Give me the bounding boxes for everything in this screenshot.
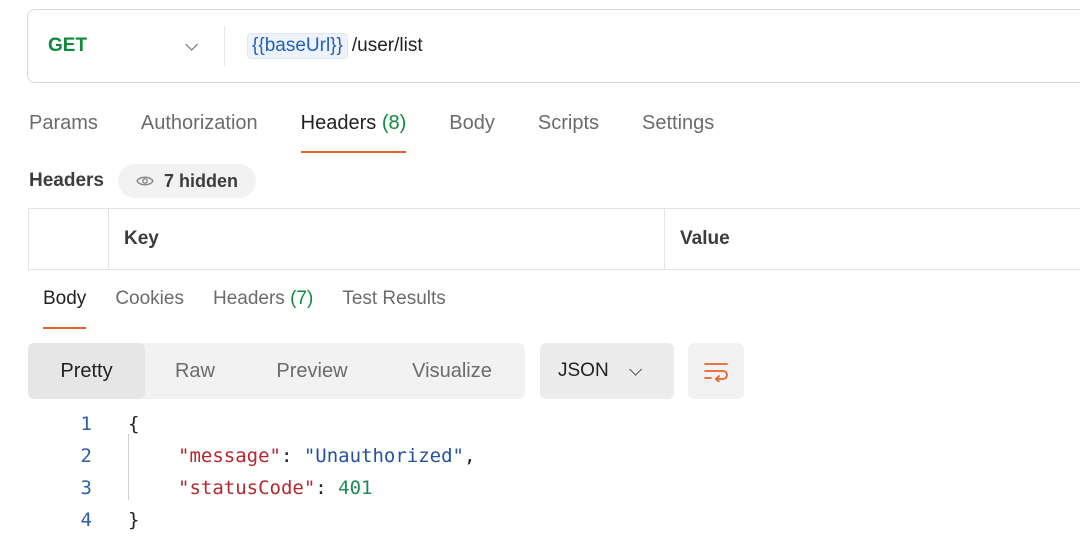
- code-line: 4 }: [0, 504, 1080, 536]
- code-line: 3 "statusCode": 401: [0, 472, 1080, 504]
- tab-label: Body: [43, 288, 87, 309]
- headers-title: Headers: [29, 170, 104, 191]
- tab-body[interactable]: Body: [449, 100, 495, 154]
- indent-guide: [128, 434, 129, 500]
- method-label: GET: [48, 35, 88, 56]
- tab-headers[interactable]: Headers (8): [300, 100, 407, 154]
- response-body-viewer: 1 { 2 "message": "Unauthorized", 3 "stat…: [0, 408, 1080, 536]
- json-key: "statusCode": [178, 477, 316, 499]
- code-line: 2 "message": "Unauthorized",: [0, 440, 1080, 472]
- key-column-header: Key: [109, 209, 665, 269]
- eye-icon: [136, 176, 154, 186]
- tab-params[interactable]: Params: [29, 100, 98, 154]
- url-bar: GET {{baseUrl}} /user/list: [27, 9, 1080, 83]
- json-value: 401: [338, 477, 373, 499]
- view-preview-button[interactable]: Preview: [245, 343, 379, 399]
- select-column: [29, 209, 109, 269]
- request-workspace: GET {{baseUrl}} /user/list Params Author…: [0, 0, 1080, 560]
- divider: [224, 26, 225, 66]
- tab-label: Authorization: [140, 112, 258, 134]
- wrap-lines-icon: [704, 363, 728, 382]
- line-number: 4: [80, 509, 92, 531]
- view-visualize-button[interactable]: Visualize: [379, 343, 525, 399]
- json-trail: ,: [464, 445, 476, 467]
- format-select[interactable]: JSON: [540, 343, 674, 399]
- method-select[interactable]: GET: [28, 10, 224, 82]
- view-mode-switch: Pretty Raw Preview Visualize: [28, 343, 525, 399]
- tab-label: Headers: [212, 288, 285, 309]
- tab-label: Params: [29, 112, 98, 134]
- view-raw-button[interactable]: Raw: [145, 343, 245, 399]
- tab-label: Scripts: [537, 112, 599, 134]
- url-input[interactable]: {{baseUrl}} /user/list: [247, 33, 423, 59]
- tab-test-results[interactable]: Test Results: [342, 285, 445, 329]
- headers-toolbar: Headers 7 hidden: [29, 163, 257, 199]
- hidden-headers-toggle[interactable]: 7 hidden: [118, 164, 257, 198]
- tab-authorization[interactable]: Authorization: [141, 100, 258, 154]
- tab-scripts[interactable]: Scripts: [538, 100, 599, 154]
- chevron-down-icon: [628, 362, 642, 376]
- tab-response-headers[interactable]: Headers (7): [213, 285, 313, 329]
- wrap-lines-button[interactable]: [688, 343, 744, 399]
- tab-count: (7): [290, 288, 314, 309]
- headers-table: Key Value: [28, 208, 1080, 270]
- value-column-header: Value: [680, 228, 730, 249]
- json-key: "message": [178, 445, 281, 467]
- line-number: 1: [80, 413, 92, 435]
- url-variable[interactable]: {{baseUrl}}: [247, 33, 348, 59]
- tab-response-cookies[interactable]: Cookies: [115, 285, 184, 329]
- tab-label: Body: [449, 112, 495, 134]
- tab-settings[interactable]: Settings: [642, 100, 714, 154]
- response-tabs: Body Cookies Headers (7) Test Results: [43, 285, 475, 331]
- tab-label: Settings: [642, 112, 715, 134]
- format-label: JSON: [558, 360, 609, 381]
- chevron-down-icon: [185, 37, 198, 51]
- url-path: /user/list: [351, 35, 423, 56]
- tab-label: Headers: [300, 112, 377, 134]
- code-text: {: [128, 413, 140, 435]
- code-text: "message": "Unauthorized",: [178, 445, 476, 467]
- code-line: 1 {: [0, 408, 1080, 440]
- tab-label: Test Results: [342, 288, 446, 309]
- tab-label: Cookies: [115, 288, 184, 309]
- view-pretty-button[interactable]: Pretty: [28, 343, 145, 399]
- hidden-count: 7 hidden: [164, 170, 239, 191]
- line-number: 3: [80, 477, 92, 499]
- tab-response-body[interactable]: Body: [43, 285, 87, 329]
- tab-count: (8): [381, 112, 407, 134]
- request-tabs: Params Authorization Headers (8) Body Sc…: [29, 100, 757, 154]
- code-text: "statusCode": 401: [178, 477, 373, 499]
- json-value: "Unauthorized": [303, 445, 464, 467]
- line-number: 2: [80, 445, 92, 467]
- code-text: }: [128, 509, 140, 531]
